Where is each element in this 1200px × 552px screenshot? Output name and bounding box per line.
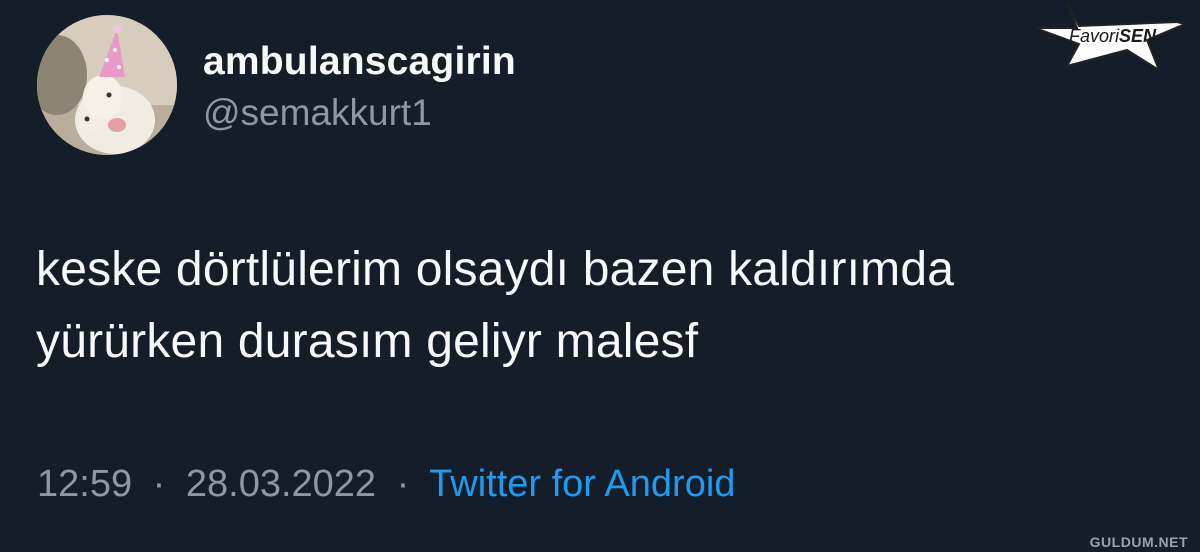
guldum-watermark: GULDUM.NET [1089, 534, 1188, 550]
tweet-text-line-1: keske dörtlülerim olsaydı bazen kaldırım… [36, 243, 955, 296]
tweet-card: ambulanscagirin @semakkurt1 keske dörtlü… [0, 0, 1200, 552]
tweet-meta: 12:59 · 28.03.2022 · Twitter for Android [37, 463, 735, 506]
tweet-text: keske dörtlülerim olsaydı bazen kaldırım… [36, 234, 1186, 378]
user-handle[interactable]: @semakkurt1 [203, 92, 432, 134]
watermark-prefix: Favori [1069, 26, 1120, 46]
favorisen-watermark: FavoriSEN [1069, 26, 1156, 47]
tweet-time[interactable]: 12:59 [37, 463, 132, 505]
tweet-text-line-2: yürürken durasım geliyr malesf [36, 315, 699, 368]
tweet-source-link[interactable]: Twitter for Android [429, 463, 735, 505]
display-name[interactable]: ambulanscagirin [203, 40, 516, 84]
tweet-date[interactable]: 28.03.2022 [186, 463, 376, 505]
meta-separator: · [396, 463, 410, 505]
meta-separator: · [152, 463, 166, 505]
avatar[interactable] [37, 15, 177, 155]
dog-avatar-image [37, 15, 177, 155]
watermark-suffix: SEN [1119, 26, 1157, 46]
